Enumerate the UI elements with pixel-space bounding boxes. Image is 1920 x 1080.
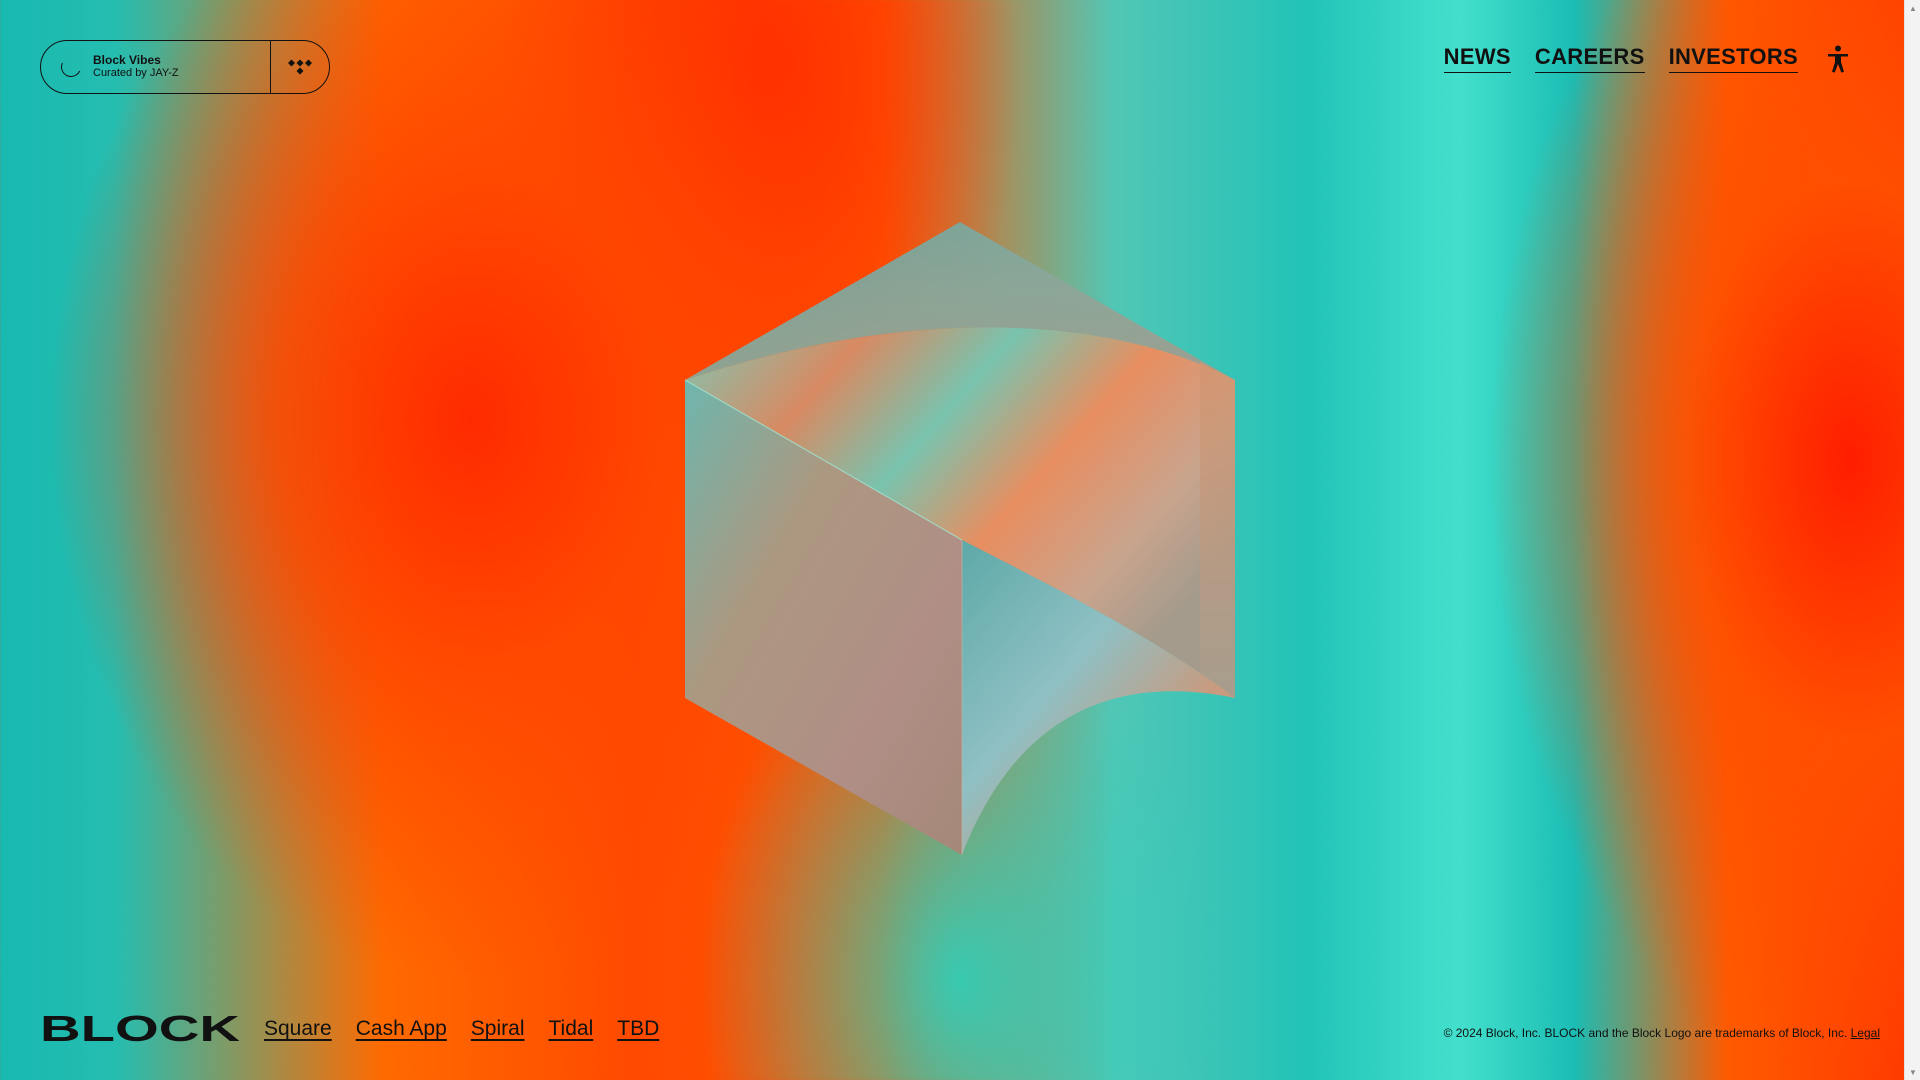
nav-investors-link[interactable]: INVESTORS bbox=[1668, 44, 1798, 73]
copyright-text: © 2024 Block, Inc. BLOCK and the Block L… bbox=[1443, 1026, 1848, 1040]
block-logo-text: BLOCK bbox=[40, 1014, 240, 1044]
player-info[interactable]: Block Vibes Curated by JAY-Z bbox=[41, 41, 270, 93]
footer-link-square[interactable]: Square bbox=[264, 1017, 332, 1041]
scroll-up-arrow-icon[interactable]: ▲ bbox=[1905, 0, 1920, 16]
copyright-line: © 2024 Block, Inc. BLOCK and the Block L… bbox=[1444, 1026, 1880, 1040]
nav-news-link[interactable]: NEWS bbox=[1443, 44, 1511, 73]
player-title: Block Vibes bbox=[93, 53, 161, 67]
footer-link-tidal[interactable]: Tidal bbox=[549, 1017, 594, 1041]
loading-spinner-icon bbox=[58, 54, 84, 80]
footer-link-tbd[interactable]: TBD bbox=[617, 1017, 659, 1041]
vertical-scrollbar[interactable]: ▲ ▼ bbox=[1904, 0, 1920, 1080]
player-text: Block Vibes Curated by JAY-Z bbox=[93, 54, 179, 80]
tidal-icon bbox=[288, 59, 312, 75]
block-logo[interactable]: BLOCK bbox=[40, 1014, 240, 1044]
accessibility-icon[interactable] bbox=[1826, 45, 1850, 73]
footer: BLOCK Square Cash App Spiral Tidal TBD bbox=[40, 1014, 659, 1044]
legal-link[interactable]: Legal bbox=[1851, 1026, 1880, 1040]
footer-link-spiral[interactable]: Spiral bbox=[471, 1017, 525, 1041]
iridescent-cube-graphic bbox=[684, 222, 1235, 855]
tidal-button[interactable] bbox=[271, 41, 329, 93]
footer-link-cash-app[interactable]: Cash App bbox=[356, 1017, 447, 1041]
scroll-down-arrow-icon[interactable]: ▼ bbox=[1905, 1064, 1920, 1080]
music-player[interactable]: Block Vibes Curated by JAY-Z bbox=[40, 40, 330, 94]
nav-careers-link[interactable]: CAREERS bbox=[1534, 44, 1645, 73]
top-nav: NEWS CAREERS INVESTORS bbox=[1443, 44, 1850, 73]
footer-links: Square Cash App Spiral Tidal TBD bbox=[264, 1017, 659, 1041]
player-subtitle: Curated by JAY-Z bbox=[93, 67, 179, 79]
